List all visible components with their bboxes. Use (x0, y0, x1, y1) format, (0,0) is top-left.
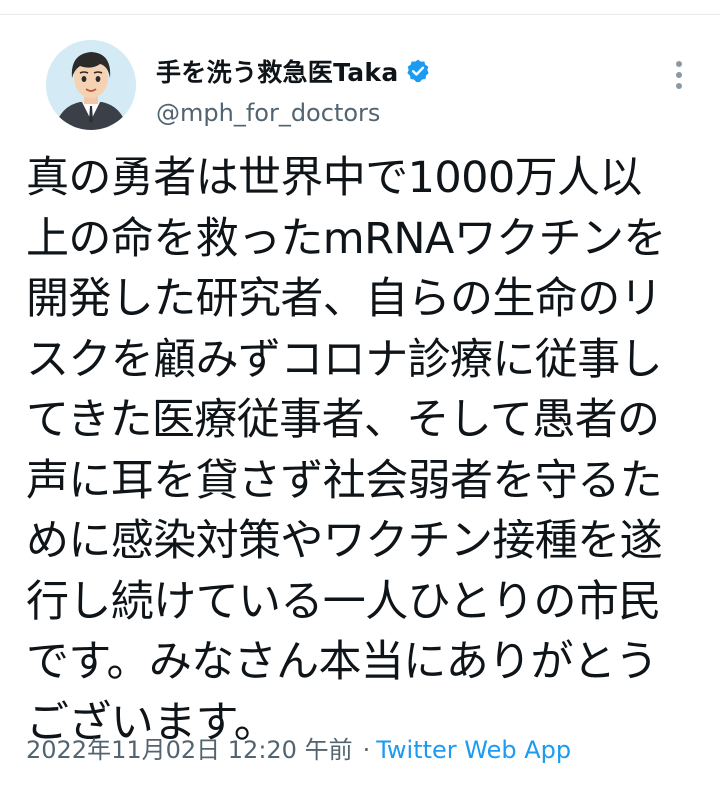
author-display-name[interactable]: 手を洗う救急医Taka (156, 53, 399, 89)
more-dot (676, 83, 682, 89)
meta-separator: · (362, 736, 371, 764)
tweet-text-line: 開発した研究者、自らの生命のリ (26, 274, 663, 324)
tweet-meta: 2022年11月02日 12:20 午前 · Twitter Web App (26, 730, 571, 765)
tweet-text-line: 声に耳を貸さず社会弱者を守るた (26, 455, 663, 506)
more-dot (676, 72, 682, 78)
tweet-text-line: スクを顧みずコロナ診療に従事し (26, 334, 663, 385)
tweet-source-link[interactable]: Twitter Web App (376, 736, 571, 764)
more-dot (676, 61, 682, 67)
top-divider (0, 0, 720, 15)
tweet-text-line: めに感染対策やワクチン接種を遂 (26, 516, 663, 566)
verified-badge-icon (405, 58, 431, 84)
tweet-text-line: てきた医療従事者、そして愚者の (26, 395, 660, 445)
tweet-text: 真の勇者は世界中で1000万人以 上の命を救ったmRNAワクチンを 開発した研究… (26, 148, 696, 753)
tweet-text-line: です。みなさん本当にありがとう (26, 637, 658, 687)
more-vertical-icon[interactable] (664, 57, 694, 93)
tweet-text-line: 真の勇者は世界中で1000万人以 (26, 153, 642, 203)
tweet-header: 手を洗う救急医Taka @mph_for_doctors (156, 53, 640, 127)
avatar[interactable] (46, 40, 136, 130)
tweet-timestamp[interactable]: 2022年11月02日 12:20 午前 (26, 730, 353, 765)
tweet-text-line: 行し続けている一人ひとりの市民 (26, 576, 661, 627)
author-name-row: 手を洗う救急医Taka (156, 53, 640, 89)
tweet-text-line: 上の命を救ったmRNAワクチンを (26, 213, 666, 264)
author-handle[interactable]: @mph_for_doctors (156, 99, 640, 127)
avatar-illustration (46, 40, 136, 130)
